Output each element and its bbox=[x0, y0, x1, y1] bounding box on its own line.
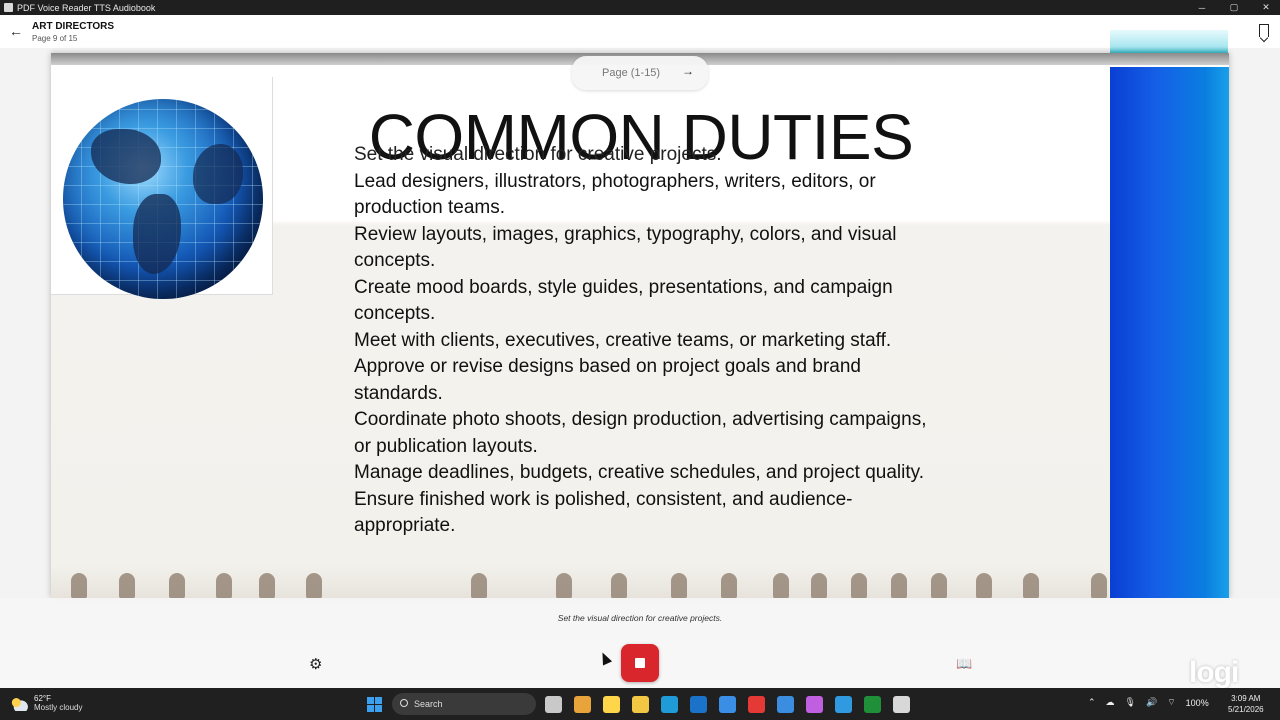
globe-image bbox=[63, 99, 263, 299]
tts-caption: Set the visual direction for creative pr… bbox=[0, 598, 1280, 640]
taskbar-app-icon[interactable] bbox=[806, 696, 823, 713]
weather-desc: Mostly cloudy bbox=[34, 703, 83, 712]
cloudy-weather-icon bbox=[10, 697, 28, 711]
minimize-button[interactable]: ─ bbox=[1196, 3, 1208, 13]
page-navigator[interactable]: Page (1-15) → bbox=[572, 56, 708, 90]
search-icon bbox=[400, 699, 408, 707]
bookmark-icon[interactable] bbox=[1259, 24, 1269, 37]
stop-button[interactable] bbox=[621, 644, 659, 682]
duties-list: Set the visual direction for creative pr… bbox=[354, 142, 934, 540]
wifi-icon[interactable]: ⌔ bbox=[1167, 697, 1175, 708]
taskbar-app-icon[interactable] bbox=[719, 696, 736, 713]
back-arrow-icon[interactable]: ← bbox=[9, 24, 23, 38]
taskbar-app-icon[interactable] bbox=[864, 696, 881, 713]
page-range-label: Page (1-15) bbox=[602, 67, 661, 79]
duty-item: Create mood boards, style guides, presen… bbox=[354, 276, 893, 325]
page-indicator: Page 9 of 15 bbox=[32, 34, 78, 43]
app-header: ← ART DIRECTORS Page 9 of 15 bbox=[0, 15, 1280, 48]
system-tray: ⌃ ☁ 🎙 🔊 ⌔ 100% bbox=[1088, 697, 1209, 708]
taskbar-clock[interactable]: 3:09 AM 5/21/2026 bbox=[1228, 693, 1264, 715]
windows-taskbar: 62°F Mostly cloudy Search ⌃ ☁ 🎙 🔊 ⌔ 100%… bbox=[0, 688, 1280, 720]
taskbar-app-icon[interactable] bbox=[777, 696, 794, 713]
taskbar-app-icon[interactable] bbox=[603, 696, 620, 713]
windows-start-icon[interactable] bbox=[367, 697, 382, 712]
weather-widget[interactable]: 62°F Mostly cloudy bbox=[10, 694, 82, 712]
taskbar-app-icon[interactable] bbox=[690, 696, 707, 713]
duty-item: Lead designers, illustrators, photograph… bbox=[354, 170, 876, 219]
close-button[interactable]: ✕ bbox=[1260, 2, 1272, 13]
app-icon bbox=[4, 3, 13, 12]
window-title: PDF Voice Reader TTS Audiobook bbox=[17, 2, 156, 13]
taskbar-search[interactable]: Search bbox=[392, 693, 536, 715]
taskbar-app-icon[interactable] bbox=[661, 696, 678, 713]
document-title: ART DIRECTORS bbox=[32, 21, 115, 32]
window-title-bar: PDF Voice Reader TTS Audiobook ─ ▢ ✕ bbox=[0, 0, 1280, 15]
battery-level[interactable]: 100% bbox=[1186, 698, 1209, 708]
clock-time: 3:09 AM bbox=[1231, 694, 1261, 703]
taskbar-app-icon[interactable] bbox=[632, 696, 649, 713]
taskbar-app-icon[interactable] bbox=[545, 696, 562, 713]
globe-image-frame bbox=[51, 77, 273, 299]
document-viewer[interactable]: COMMON DUTIES Set the visual direction f… bbox=[51, 53, 1229, 598]
duty-item: Set the visual direction for creative pr… bbox=[354, 144, 722, 165]
slide-blue-panel bbox=[1110, 65, 1229, 598]
search-placeholder: Search bbox=[414, 699, 443, 709]
maximize-button[interactable]: ▢ bbox=[1228, 2, 1240, 13]
duty-item: Ensure finished work is polished, consis… bbox=[354, 488, 853, 537]
taskbar-app-icon[interactable] bbox=[893, 696, 910, 713]
playback-controls: ⚙ 📖 logi bbox=[0, 640, 1280, 689]
taskbar-app-icon[interactable] bbox=[835, 696, 852, 713]
window-controls: ─ ▢ ✕ bbox=[1196, 0, 1272, 15]
microphone-icon[interactable]: 🎙 bbox=[1125, 697, 1136, 708]
duty-item: Coordinate photo shoots, design producti… bbox=[354, 409, 927, 457]
tray-chevron-icon[interactable]: ⌃ bbox=[1088, 697, 1096, 708]
weather-temp: 62°F bbox=[34, 694, 51, 703]
speaker-icon[interactable]: 🔊 bbox=[1146, 697, 1157, 708]
taskbar-apps bbox=[545, 696, 910, 713]
duty-item: Review layouts, images, graphics, typogr… bbox=[354, 223, 897, 272]
next-page-arrow-icon[interactable]: → bbox=[682, 64, 694, 78]
logi-watermark: logi bbox=[1189, 656, 1239, 689]
clock-date: 5/21/2026 bbox=[1228, 705, 1264, 714]
duty-item: Meet with clients, executives, creative … bbox=[354, 329, 892, 351]
settings-gear-icon[interactable]: ⚙ bbox=[309, 655, 322, 673]
duty-item: Manage deadlines, budgets, creative sche… bbox=[354, 462, 925, 483]
crowd-image-strip bbox=[51, 565, 1109, 598]
mouse-cursor bbox=[597, 650, 613, 666]
slide-page: COMMON DUTIES Set the visual direction f… bbox=[51, 65, 1229, 598]
slide-accent-bar bbox=[1110, 30, 1228, 54]
onedrive-icon[interactable]: ☁ bbox=[1106, 697, 1115, 708]
duty-item: Approve or revise designs based on proje… bbox=[354, 356, 861, 404]
taskbar-app-icon[interactable] bbox=[748, 696, 765, 713]
reader-mode-book-icon[interactable]: 📖 bbox=[956, 656, 972, 672]
taskbar-app-icon[interactable] bbox=[574, 696, 591, 713]
